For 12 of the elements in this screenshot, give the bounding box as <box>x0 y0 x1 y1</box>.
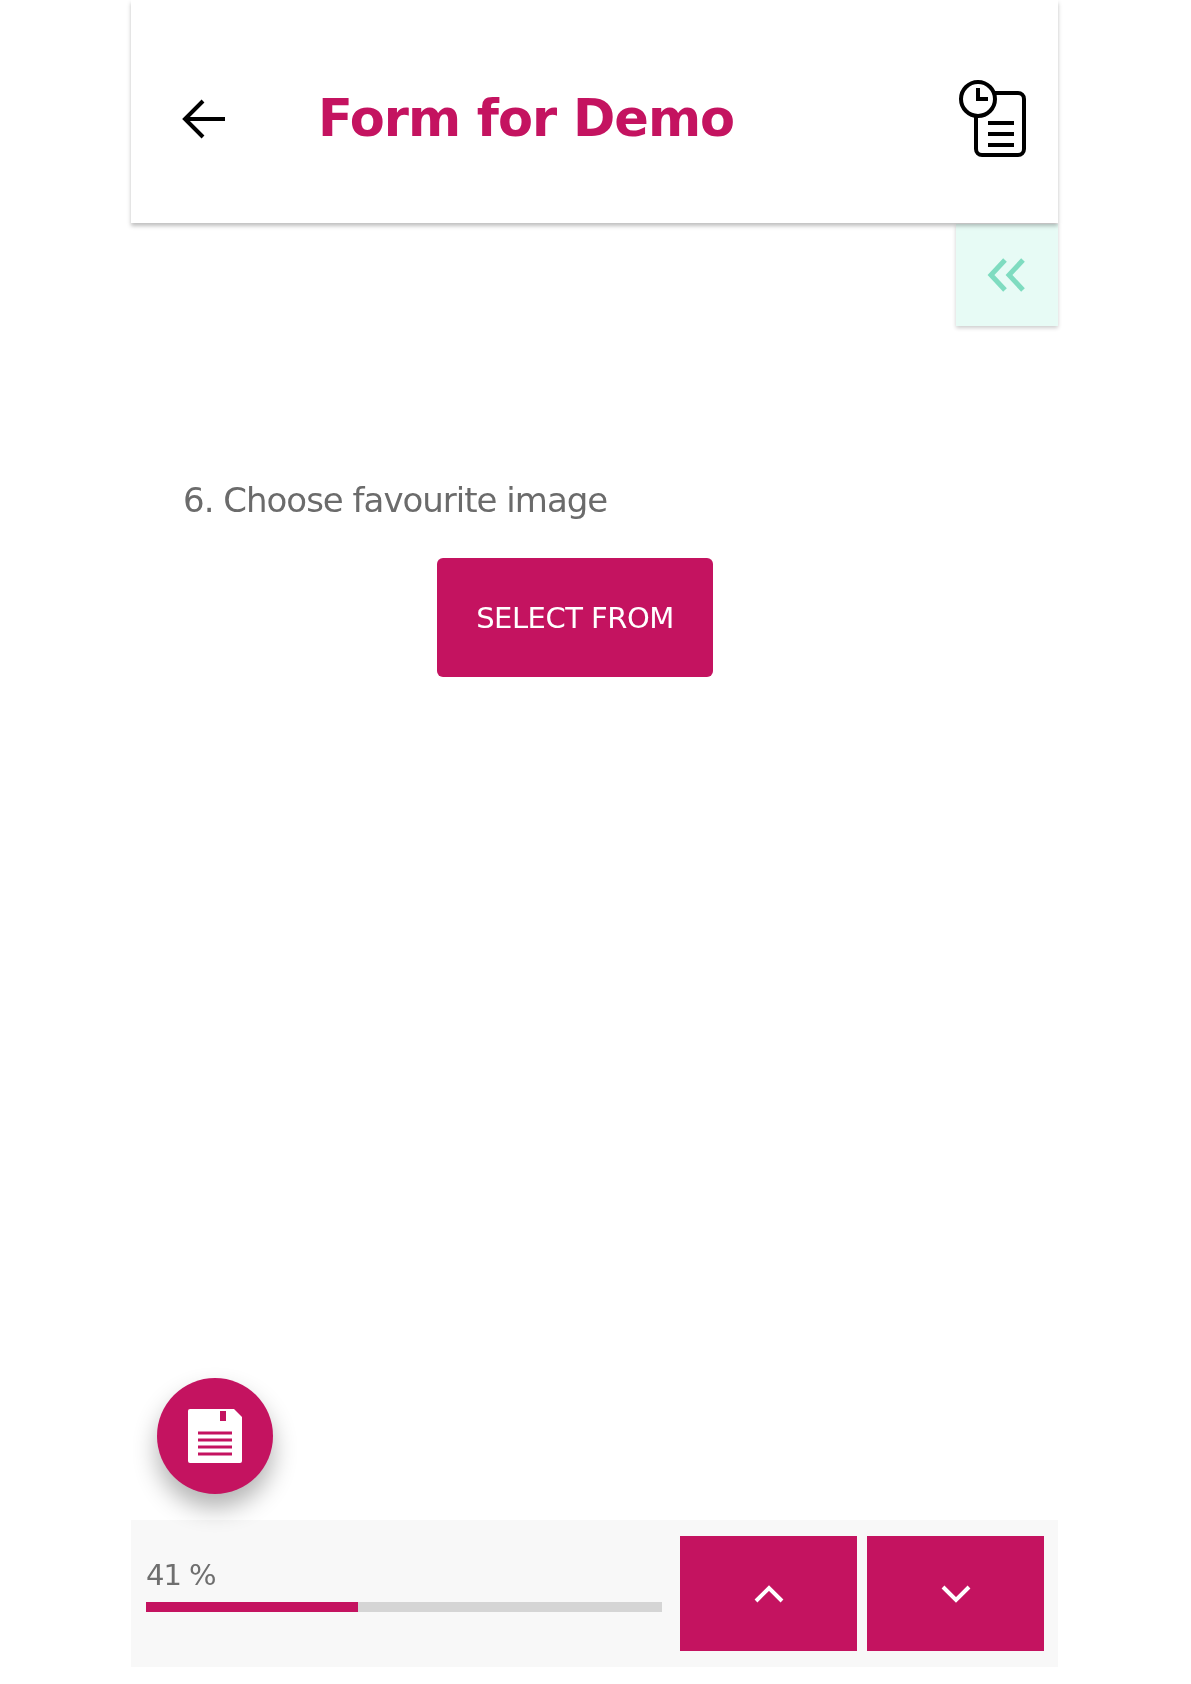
back-arrow-icon <box>181 98 227 139</box>
question-label: 6. Choose favourite image <box>183 480 609 520</box>
form-title: Form for Demo <box>318 89 735 148</box>
back-button[interactable] <box>181 98 227 139</box>
double-chevron-left-icon <box>987 258 1027 292</box>
history-button[interactable] <box>958 78 1028 159</box>
save-button[interactable] <box>157 1378 273 1494</box>
select-from-button[interactable]: SELECT FROM <box>437 558 713 677</box>
chevron-down-icon <box>939 1583 972 1604</box>
chevron-up-icon <box>752 1583 785 1604</box>
clock-document-icon <box>958 78 1028 159</box>
progress-percent: 41 % <box>146 1558 217 1592</box>
